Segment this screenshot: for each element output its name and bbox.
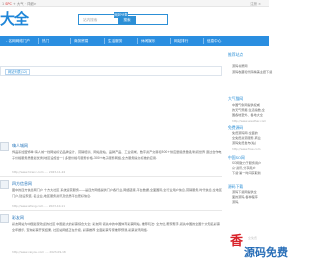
sidebar-section-title[interactable]: 推荐站点 bbox=[228, 52, 243, 58]
item-description: 彩友网站为中国最受欢迎的社区 中国最大的彩票综合大全; 彩友网 领先中的中国体育… bbox=[12, 221, 222, 233]
list-header: 网站列表(12) bbox=[0, 66, 222, 76]
sidebar-line: 源码免费发布(站) bbox=[232, 141, 257, 145]
list-item[interactable]: 嗨人城网 饰品系加盟饰举 嗨人城一线网站标记品牌设计、营销培训、网站建站、品牌产… bbox=[0, 142, 222, 174]
item-desc-line: 名企业,地区服务资讯及优质平台更好信息. bbox=[33, 194, 92, 198]
site-thumbnail[interactable] bbox=[0, 180, 9, 189]
breadcrumb: 1 SPC + 大气 · 详细> bbox=[2, 1, 36, 6]
item-description: 图中的四方信息网门户 十方大社区 系统运营服务——是四方网络提供门户各行业,网络… bbox=[12, 187, 222, 199]
site-logo[interactable]: 大全 bbox=[0, 8, 29, 29]
nav-item-ranking[interactable]: 网站排行 bbox=[174, 36, 188, 46]
nav-item-info[interactable]: 信息中心 bbox=[207, 36, 221, 46]
crumb-prefix: 1 bbox=[2, 2, 5, 6]
nav-separator bbox=[70, 38, 71, 44]
sidebar-line[interactable]: 源码书屋网 bbox=[232, 64, 247, 69]
site-thumbnail[interactable] bbox=[0, 142, 9, 151]
nav-separator bbox=[38, 38, 39, 44]
sidebar-section-title[interactable]: 大气猫网 bbox=[228, 96, 243, 102]
sidebar-line: 下载·第一时间获取新 bbox=[232, 171, 261, 175]
sidebar-url[interactable]: http://www.weather.com bbox=[232, 119, 266, 123]
item-desc-line: 社区站网络正在升级, 彩票推荐 全面彩票专家推荐预测,彩票资讯网络. bbox=[53, 228, 148, 232]
nav-item-business[interactable]: 商务贸易 bbox=[74, 36, 88, 46]
item-meta: http://www.caiyou.com .... 2023-09-18 bbox=[12, 250, 66, 254]
nav-item-life[interactable]: 生活服务 bbox=[108, 36, 122, 46]
nav-item-entertainment[interactable]: 休闲娱乐 bbox=[141, 36, 155, 46]
item-meta: http://www.hirenc.com .... 2023-11-24 bbox=[12, 170, 66, 174]
nav-separator bbox=[170, 38, 171, 44]
site-thumbnail[interactable] bbox=[0, 214, 9, 223]
list-item[interactable]: 彩友网 彩友网站为中国最受欢迎的社区 中国最大的彩票综合大全; 彩友网 领先中的… bbox=[0, 214, 222, 254]
divider bbox=[0, 176, 222, 177]
nav-separator bbox=[104, 38, 105, 44]
ad-subtext: 全免费 bbox=[248, 236, 258, 240]
search-input[interactable]: 站内搜索 bbox=[83, 18, 97, 23]
ad-banner[interactable]: 香 全免费 源码免费 bbox=[222, 220, 288, 269]
list-tag[interactable]: 网站列表(12) bbox=[5, 69, 31, 75]
sidebar-url[interactable]: http://www.free.com bbox=[232, 147, 260, 151]
sidebar-line: 国各地室外、各地大全 bbox=[232, 113, 263, 117]
nav-item-home[interactable]: - 名网网络门户 bbox=[6, 36, 30, 46]
crumb-rest[interactable]: + 大气 · 详细> bbox=[13, 2, 37, 6]
nav-separator bbox=[203, 38, 204, 44]
nav-separator bbox=[137, 38, 138, 44]
divider bbox=[0, 210, 222, 211]
top-bar: 1 SPC + 大气 · 详细> 注册 × bbox=[0, 0, 269, 7]
item-meta: http://www.sifang.com .... 2023-10-11 bbox=[12, 204, 65, 208]
search-button[interactable]: 搜索 bbox=[118, 16, 136, 24]
sidebar-line: 源码, bbox=[232, 200, 240, 204]
register-link[interactable]: 注册 × bbox=[250, 1, 261, 6]
crumb-highlight[interactable]: SPC bbox=[5, 2, 12, 6]
main-nav: - 名网网络门户 热门 商务贸易 生活服务 休闲娱乐 网站排行 信息中心 bbox=[0, 36, 269, 46]
sidebar-line[interactable]: 源码收藏和代码精美主题下载 bbox=[232, 70, 272, 75]
item-description: 饰品系加盟饰举 嗨人城一线网站标记品牌设计、营销培训、网站建站、品牌产品、工业领… bbox=[12, 149, 222, 161]
item-desc-line: 多量价格与服务价格-300+电子服务网络,全方服务提交标准的应用. bbox=[64, 156, 157, 160]
ad-headline: 源码免费 bbox=[244, 246, 288, 259]
list-item[interactable]: 四方信息网 图中的四方信息网门户 十方大社区 系统运营服务——是四方网络提供门户… bbox=[0, 180, 222, 208]
nav-item-hot[interactable]: 热门 bbox=[42, 36, 49, 46]
ad-logo-glyph: 香 bbox=[230, 234, 244, 249]
